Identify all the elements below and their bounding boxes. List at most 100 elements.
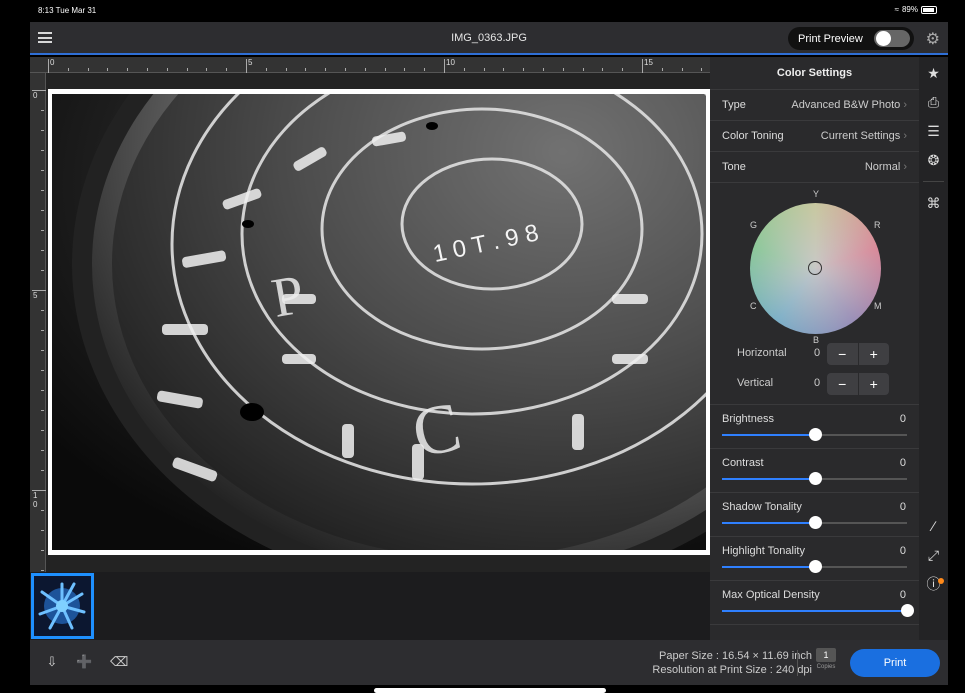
vertical-plus-button[interactable]: +: [859, 373, 890, 395]
horizontal-stepper: − +: [827, 343, 889, 365]
vertical-label: Vertical: [737, 377, 774, 389]
resolution-text: Resolution at Print Size : 240 dpi: [652, 664, 812, 676]
manhole-cover-image: P C 1 0 T . 9 8: [52, 94, 706, 550]
slider-value: 0: [899, 501, 906, 513]
slider-value: 0: [899, 589, 906, 601]
copies-label: Copies: [816, 664, 836, 670]
star-icon[interactable]: ★: [919, 59, 948, 88]
battery-percent: 89%: [901, 5, 918, 14]
ruler-label: 5: [33, 291, 38, 300]
thumbnail-strip: [30, 572, 710, 640]
slider-fill: [722, 566, 815, 568]
tone-row[interactable]: Tone Normal: [710, 152, 919, 183]
photo-preview[interactable]: P C 1 0 T . 9 8: [52, 94, 706, 550]
slider-handle[interactable]: [808, 428, 822, 441]
status-time: 8:13 Tue Mar 31: [38, 6, 97, 15]
slider-track[interactable]: [722, 516, 907, 529]
slider-value: 0: [899, 545, 906, 557]
vertical-adjust: Vertical 0 − +: [710, 373, 919, 395]
toolbar-divider: [923, 181, 944, 182]
trash-icon[interactable]: ⌫: [110, 654, 128, 670]
slider-handle[interactable]: [901, 604, 914, 617]
right-toolbar: ★ ⎙ ☰ ❂ ⌘ ∕ ⤢ ⓘ: [919, 57, 948, 640]
info-icon[interactable]: ⓘ: [919, 570, 948, 599]
slider-row-shadow-tonality: Shadow Tonality 0: [710, 493, 919, 537]
thumbnail-selected[interactable]: [31, 573, 94, 639]
slider-label: Highlight Tonality: [722, 545, 805, 557]
color-settings-panel: Color Settings Type Advanced B&W Photo C…: [710, 57, 919, 640]
wheel-label-r: R: [874, 220, 881, 230]
wheel-label-m: M: [874, 301, 882, 311]
slider-handle[interactable]: [808, 560, 822, 573]
slider-value: 0: [899, 413, 906, 425]
slider-row-max-optical-density: Max Optical Density 0: [710, 581, 919, 625]
copies-control[interactable]: 1 Copies: [814, 648, 838, 670]
slider-track[interactable]: [722, 472, 907, 485]
slider-fill: [722, 522, 815, 524]
paper-info: Paper Size : 16.54 × 11.69 inch Resoluti…: [652, 649, 812, 677]
slider-handle[interactable]: [808, 472, 822, 485]
ruler-icon[interactable]: ∕: [919, 512, 948, 541]
battery-fill: [923, 7, 934, 12]
color-toning-row[interactable]: Color Toning Current Settings: [710, 121, 919, 152]
horizontal-minus-button[interactable]: −: [827, 343, 859, 365]
color-toning-label: Color Toning: [722, 130, 784, 142]
type-label: Type: [722, 99, 746, 111]
copies-value[interactable]: 1: [816, 648, 836, 662]
notification-badge: [938, 578, 944, 584]
wheel-label-c: C: [750, 301, 757, 311]
wheel-label-g: G: [750, 220, 758, 230]
color-toning-value: Current Settings: [821, 130, 907, 142]
crop-icon[interactable]: ⌘: [919, 189, 948, 218]
wifi-icon: ≈: [894, 5, 899, 14]
ruler-label: 0: [33, 91, 38, 100]
fullscreen-icon[interactable]: ⤢: [919, 541, 948, 570]
type-row[interactable]: Type Advanced B&W Photo: [710, 90, 919, 121]
battery-icon: [921, 5, 937, 14]
bottom-bar: ⇩ ➕ ⌫ Paper Size : 16.54 × 11.69 inch Reso…: [30, 640, 948, 685]
horizontal-value: 0: [814, 347, 821, 359]
status-bar: 8:13 Tue Mar 31 ≈ 89%: [0, 0, 965, 22]
slider-track[interactable]: [722, 560, 907, 573]
print-button[interactable]: Print: [850, 649, 940, 677]
slider-row-highlight-tonality: Highlight Tonality 0: [710, 537, 919, 581]
list-icon[interactable]: ☰: [919, 117, 948, 146]
slider-handle[interactable]: [808, 516, 822, 529]
paper-size-text: Paper Size : 16.54 × 11.69 inch: [659, 650, 812, 662]
ruler-label: 5: [248, 58, 253, 67]
slider-track[interactable]: [722, 604, 914, 617]
panel-title: Color Settings: [710, 57, 919, 90]
ruler-label: 10: [446, 58, 455, 67]
vertical-value: 0: [814, 377, 821, 389]
print-preview-toggle[interactable]: [874, 30, 910, 47]
slider-fill: [722, 434, 815, 436]
add-photo-icon[interactable]: ➕: [76, 654, 92, 670]
slider-track[interactable]: [722, 428, 907, 441]
slider-label: Contrast: [722, 457, 764, 469]
home-indicator: [374, 688, 606, 693]
ruler-vertical: 0 5 1 0: [30, 73, 46, 572]
status-right: ≈ 89%: [895, 5, 937, 14]
slider-fill: [722, 478, 815, 480]
tone-value: Normal: [865, 161, 907, 173]
import-icon[interactable]: ⇩: [44, 654, 60, 670]
ruler-label: 1 0: [33, 491, 38, 509]
printer-icon[interactable]: ⎙: [919, 88, 948, 117]
vertical-minus-button[interactable]: −: [827, 373, 859, 395]
horizontal-adjust: Horizontal 0 − +: [710, 343, 919, 365]
color-wheel[interactable]: [750, 203, 881, 334]
wheel-label-y: Y: [813, 189, 820, 199]
slider-label: Brightness: [722, 413, 774, 425]
horizontal-plus-button[interactable]: +: [859, 343, 890, 365]
color-palette-icon[interactable]: ❂: [919, 146, 948, 175]
ruler-horizontal: 0 5 10 15: [30, 57, 723, 73]
print-preview-control[interactable]: Print Preview: [788, 27, 914, 50]
vertical-stepper: − +: [827, 373, 889, 395]
ruler-label: 15: [644, 58, 653, 67]
print-preview-label: Print Preview: [798, 32, 863, 45]
gear-icon[interactable]: ⚙: [926, 29, 940, 49]
slider-row-brightness: Brightness 0: [710, 405, 919, 449]
color-wheel-cursor[interactable]: [808, 261, 822, 275]
toggle-knob: [876, 31, 891, 46]
color-wheel-area: Y R M B C G Horizontal 0 − + Vertical 0 …: [710, 183, 919, 405]
